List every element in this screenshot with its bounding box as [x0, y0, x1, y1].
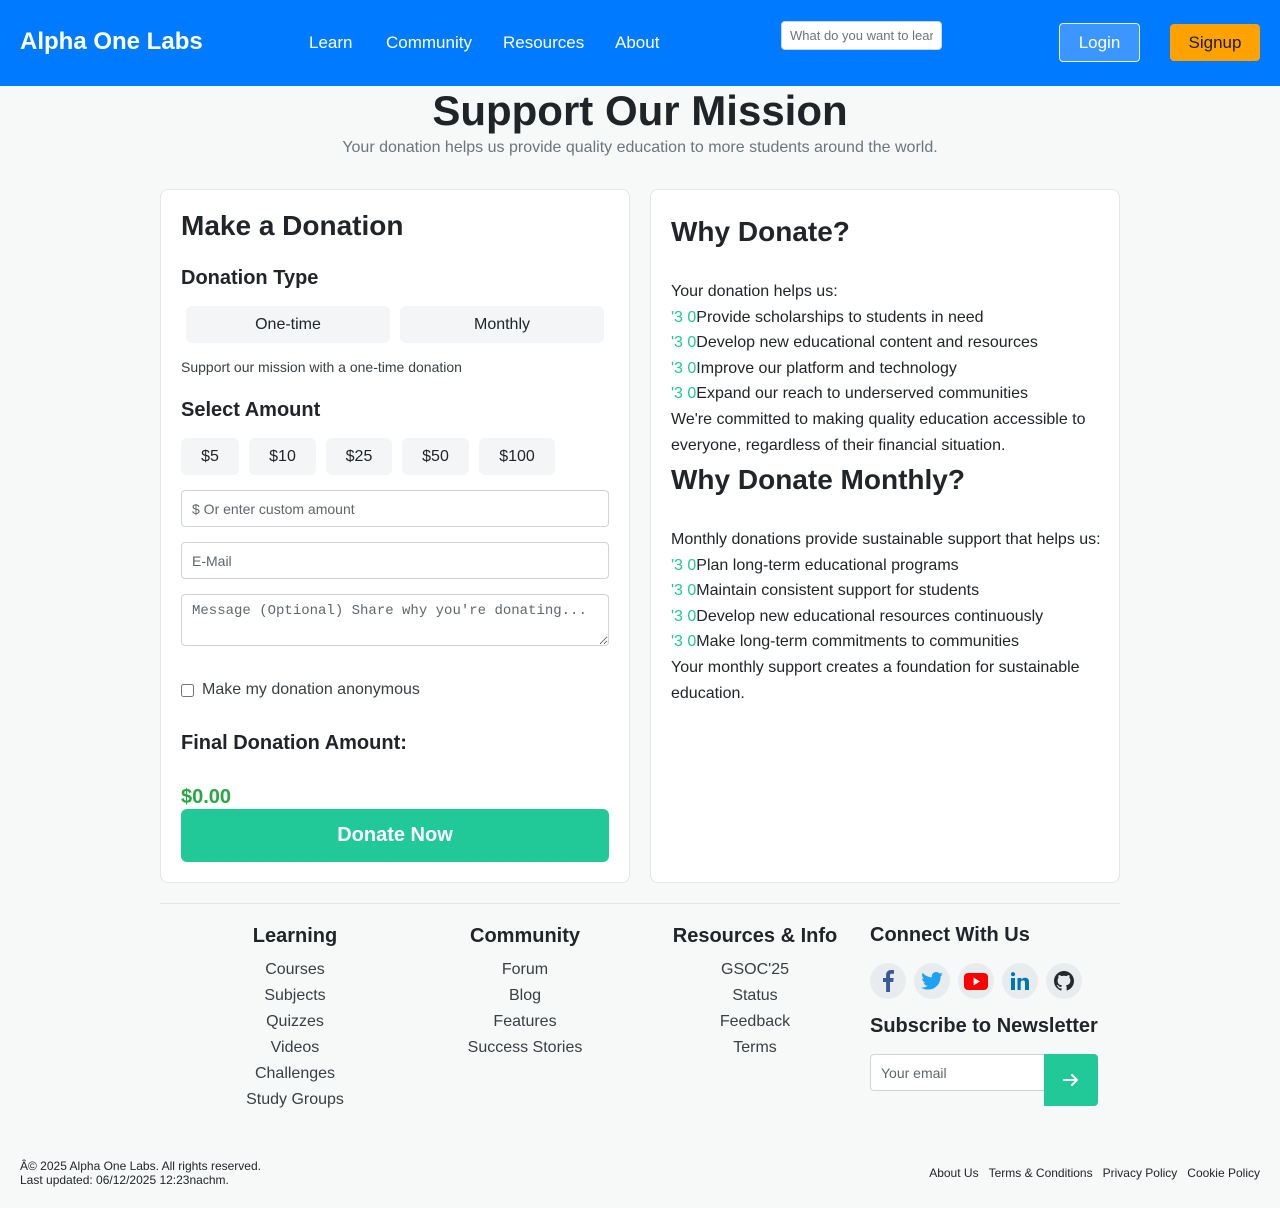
newsletter-email-input[interactable] [870, 1054, 1046, 1091]
search-input[interactable] [781, 21, 942, 50]
why-item: '3 0Improve our platform and technology [671, 359, 957, 377]
amount-25-button[interactable]: $25 [326, 438, 392, 475]
why-donate-card: Why Donate? Your donation helps us: '3 0… [650, 189, 1120, 883]
footer-divider [160, 903, 1120, 904]
youtube-icon[interactable] [958, 963, 994, 999]
footer-link-forum[interactable]: Forum [445, 957, 605, 983]
connect-title: Connect With Us [870, 924, 1030, 946]
page-subtitle: Your donation helps us provide quality e… [342, 139, 938, 156]
check-icon: '3 0 [671, 308, 697, 326]
anonymous-option[interactable]: Make my donation anonymous [181, 681, 420, 699]
last-updated: Last updated: 06/12/2025 12:23nachm. [20, 1173, 229, 1187]
amount-10-button[interactable]: $10 [249, 438, 316, 475]
why-donate-content: Your donation helps us: '3 0Provide scho… [671, 279, 1101, 458]
check-icon: '3 0 [671, 582, 697, 600]
donate-now-button[interactable]: Donate Now [181, 809, 609, 862]
bottom-links: About Us Terms & Conditions Privacy Poli… [929, 1166, 1260, 1180]
footer-link-status[interactable]: Status [665, 983, 845, 1009]
monthly-item: '3 0Plan long-term educational programs [671, 556, 959, 574]
monthly-button[interactable]: Monthly [400, 306, 604, 343]
footer-link-study-groups[interactable]: Study Groups [215, 1087, 375, 1113]
amount-100-button[interactable]: $100 [479, 438, 555, 475]
one-time-button[interactable]: One-time [186, 306, 390, 343]
why-donate-title: Why Donate? [671, 216, 850, 247]
linkedin-icon[interactable] [1002, 963, 1038, 999]
amount-50-button[interactable]: $50 [402, 438, 469, 475]
footer-link-feedback[interactable]: Feedback [665, 1009, 845, 1035]
footer-resources-title: Resources & Info [672, 925, 838, 947]
bottom-link-about[interactable]: About Us [929, 1166, 978, 1180]
why-intro: Your donation helps us: [671, 283, 838, 300]
donation-form-card: Make a Donation Donation Type One-time M… [160, 189, 630, 883]
monthly-closing: Your monthly support creates a foundatio… [671, 658, 1080, 702]
footer-link-terms[interactable]: Terms [665, 1035, 845, 1061]
footer-link-features[interactable]: Features [445, 1009, 605, 1035]
nav-resources[interactable]: Resources [503, 33, 584, 53]
why-monthly-content: Monthly donations provide sustainable su… [671, 527, 1101, 706]
why-item: '3 0Expand our reach to underserved comm… [671, 385, 1029, 403]
select-amount-heading: Select Amount [181, 399, 321, 421]
custom-amount-input[interactable] [181, 490, 609, 527]
why-closing: We're committed to making quality educat… [671, 410, 1086, 454]
final-amount-heading: Final Donation Amount: [181, 732, 407, 754]
check-icon: '3 0 [671, 359, 697, 377]
footer-resources: Resources & Info GSOC'25 Status Feedback… [665, 924, 845, 1061]
email-field[interactable] [181, 542, 609, 579]
footer-link-subjects[interactable]: Subjects [215, 983, 375, 1009]
check-icon: '3 0 [671, 385, 697, 403]
github-icon[interactable] [1046, 963, 1082, 999]
monthly-item: '3 0Maintain consistent support for stud… [671, 582, 980, 600]
footer-link-challenges[interactable]: Challenges [215, 1061, 375, 1087]
footer-community-title: Community [470, 925, 580, 947]
check-icon: '3 0 [671, 334, 697, 352]
brand-logo[interactable]: Alpha One Labs [20, 28, 203, 56]
why-item: '3 0Develop new educational content and … [671, 334, 1038, 352]
nav-about[interactable]: About [615, 33, 659, 53]
donation-form-title: Make a Donation [181, 210, 404, 241]
footer-link-quizzes[interactable]: Quizzes [215, 1009, 375, 1035]
footer-learning: Learning Courses Subjects Quizzes Videos… [215, 924, 375, 1113]
copyright: Â© 2025 Alpha One Labs. All rights reser… [20, 1159, 261, 1187]
check-icon: '3 0 [671, 607, 697, 625]
anonymous-checkbox[interactable] [181, 683, 194, 697]
monthly-intro: Monthly donations provide sustainable su… [671, 531, 1101, 548]
newsletter-submit-button[interactable] [1044, 1054, 1098, 1106]
nav-learn[interactable]: Learn [309, 33, 352, 53]
twitter-icon[interactable] [914, 963, 950, 999]
arrow-right-icon [1063, 1074, 1078, 1086]
footer-link-success-stories[interactable]: Success Stories [445, 1035, 605, 1061]
anonymous-label: Make my donation anonymous [202, 681, 420, 698]
footer-link-blog[interactable]: Blog [445, 983, 605, 1009]
bottom-link-privacy[interactable]: Privacy Policy [1103, 1166, 1178, 1180]
copyright-text: Â© 2025 Alpha One Labs. All rights reser… [20, 1159, 261, 1173]
footer-community: Community Forum Blog Features Success St… [445, 924, 605, 1061]
monthly-item: '3 0Develop new educational resources co… [671, 607, 1044, 625]
signup-button[interactable]: Signup [1170, 24, 1260, 61]
bottom-link-cookies[interactable]: Cookie Policy [1187, 1166, 1260, 1180]
footer-learning-title: Learning [252, 925, 338, 947]
check-icon: '3 0 [671, 556, 697, 574]
donation-type-description: Support our mission with a one-time dona… [181, 359, 462, 375]
amount-5-button[interactable]: $5 [181, 438, 239, 475]
footer-link-videos[interactable]: Videos [215, 1035, 375, 1061]
monthly-item: '3 0Make long-term commitments to commun… [671, 633, 1020, 651]
top-navbar: Alpha One Labs Learn Community Resources… [0, 0, 1280, 86]
nav-community[interactable]: Community [386, 33, 472, 53]
message-textarea[interactable] [181, 594, 609, 646]
final-amount-value: $0.00 [181, 786, 232, 808]
newsletter-title: Subscribe to Newsletter [870, 1015, 1098, 1037]
donation-type-heading: Donation Type [181, 267, 319, 289]
bottom-link-terms[interactable]: Terms & Conditions [989, 1166, 1093, 1180]
footer-link-courses[interactable]: Courses [215, 957, 375, 983]
facebook-icon[interactable] [870, 963, 906, 999]
why-item: '3 0Provide scholarships to students in … [671, 308, 984, 326]
footer-link-gsoc[interactable]: GSOC'25 [665, 957, 845, 983]
page-title: Support Our Mission [432, 87, 848, 134]
login-button[interactable]: Login [1059, 23, 1140, 62]
why-monthly-title: Why Donate Monthly? [671, 464, 965, 495]
check-icon: '3 0 [671, 633, 697, 651]
